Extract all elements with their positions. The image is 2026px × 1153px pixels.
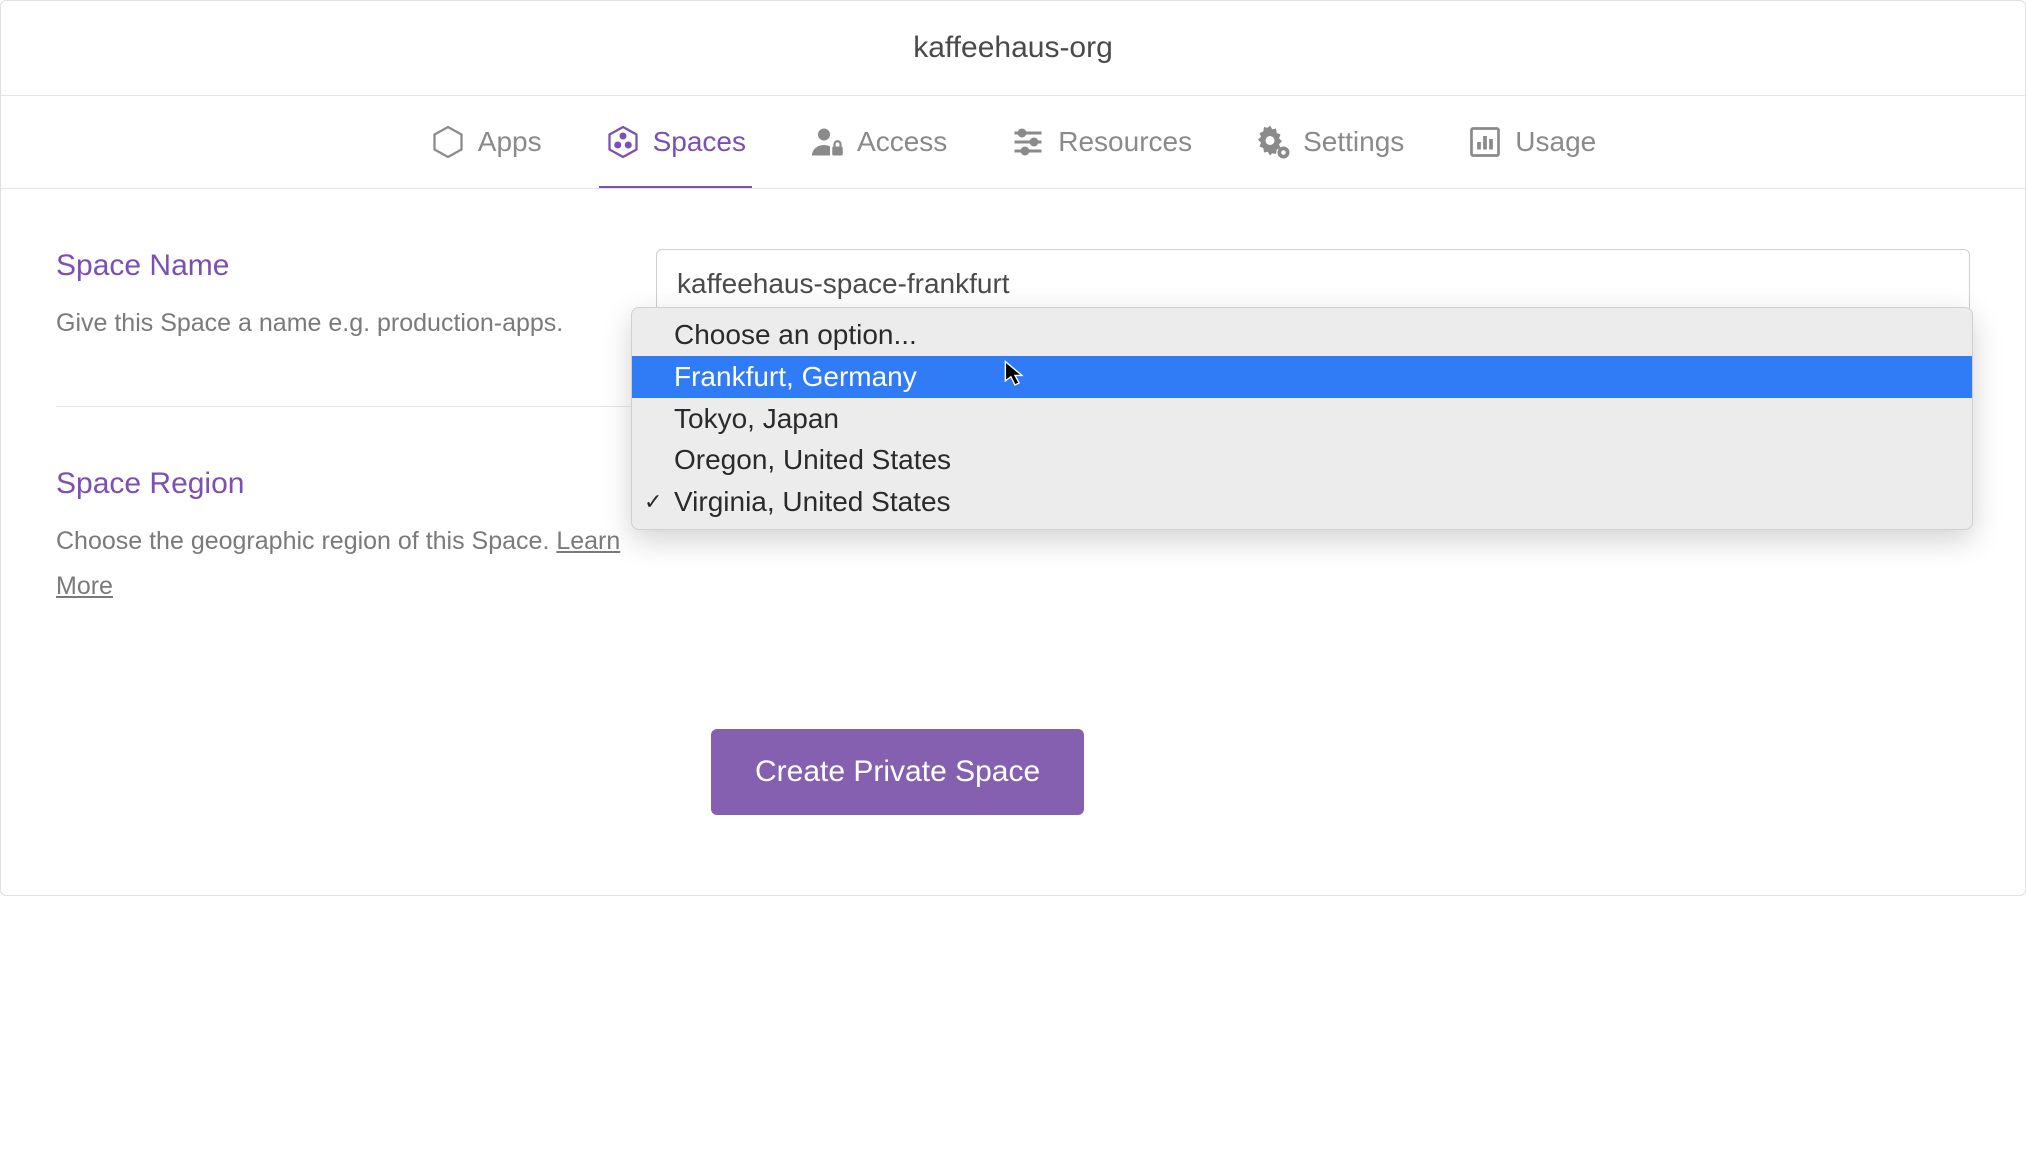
space-region-help-text: Choose the geographic region of this Spa… bbox=[56, 527, 556, 555]
gears-icon bbox=[1255, 124, 1291, 160]
check-icon: ✓ bbox=[644, 487, 662, 517]
tab-label: Apps bbox=[478, 126, 542, 158]
form-content: Space Name Give this Space a name e.g. p… bbox=[1, 189, 2025, 895]
bar-chart-icon bbox=[1467, 124, 1503, 160]
spaces-icon bbox=[605, 124, 641, 160]
org-title: kaffeehaus-org bbox=[1, 31, 2025, 65]
region-option-virginia[interactable]: ✓ Virginia, United States bbox=[632, 481, 1972, 523]
region-dropdown-panel: Choose an option... Frankfurt, Germany T… bbox=[631, 307, 1973, 530]
option-label: Oregon, United States bbox=[674, 444, 951, 475]
tab-label: Access bbox=[857, 126, 947, 158]
space-region-row: Space Region Choose the geographic regio… bbox=[56, 406, 1970, 609]
option-label: Tokyo, Japan bbox=[674, 403, 839, 434]
header: kaffeehaus-org bbox=[1, 1, 2025, 96]
tab-usage[interactable]: Usage bbox=[1463, 96, 1600, 188]
tab-spaces[interactable]: Spaces bbox=[601, 96, 750, 188]
space-name-help: Give this Space a name e.g. production-a… bbox=[56, 301, 656, 346]
submit-row: Create Private Space bbox=[56, 729, 1970, 815]
sliders-icon bbox=[1010, 124, 1046, 160]
space-region-help: Choose the geographic region of this Spa… bbox=[56, 519, 656, 609]
region-option-oregon[interactable]: Oregon, United States bbox=[632, 439, 1972, 481]
tab-label: Spaces bbox=[653, 126, 746, 158]
space-name-label-col: Space Name Give this Space a name e.g. p… bbox=[56, 249, 656, 346]
tab-label: Usage bbox=[1515, 126, 1596, 158]
create-private-space-button[interactable]: Create Private Space bbox=[711, 729, 1084, 815]
tab-label: Settings bbox=[1303, 126, 1404, 158]
option-label: Choose an option... bbox=[674, 319, 917, 350]
space-name-title: Space Name bbox=[56, 249, 656, 283]
tab-label: Resources bbox=[1058, 126, 1192, 158]
user-lock-icon bbox=[809, 124, 845, 160]
tab-settings[interactable]: Settings bbox=[1251, 96, 1408, 188]
space-region-title: Space Region bbox=[56, 467, 656, 501]
page-container: kaffeehaus-org Apps Spaces bbox=[0, 0, 2026, 896]
hexagon-icon bbox=[430, 124, 466, 160]
option-label: Virginia, United States bbox=[674, 486, 951, 517]
tab-resources[interactable]: Resources bbox=[1006, 96, 1196, 188]
region-option-tokyo[interactable]: Tokyo, Japan bbox=[632, 398, 1972, 440]
option-label: Frankfurt, Germany bbox=[674, 361, 917, 392]
region-option-frankfurt[interactable]: Frankfurt, Germany bbox=[632, 356, 1972, 398]
region-option-placeholder[interactable]: Choose an option... bbox=[632, 314, 1972, 356]
tab-apps[interactable]: Apps bbox=[426, 96, 546, 188]
tab-bar: Apps Spaces Ac bbox=[1, 96, 2025, 189]
tab-access[interactable]: Access bbox=[805, 96, 951, 188]
space-region-label-col: Space Region Choose the geographic regio… bbox=[56, 467, 656, 609]
